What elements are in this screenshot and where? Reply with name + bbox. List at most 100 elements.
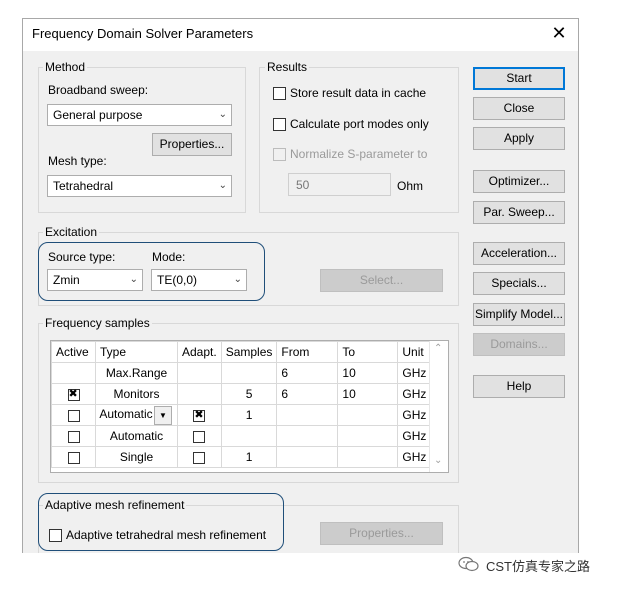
store-cache-label: Store result data in cache <box>290 86 427 100</box>
type-dropdown-icon[interactable]: ▼ <box>154 405 172 425</box>
start-button[interactable]: Start <box>473 67 565 90</box>
mesh-type-select[interactable]: Tetrahedral ⌄ <box>47 175 232 197</box>
samples-cell[interactable] <box>220 425 278 447</box>
column-header[interactable]: Samples <box>220 341 278 363</box>
table-row[interactable]: Monitors 5 6 10 GHz <box>51 383 432 405</box>
adapt-cell <box>177 446 222 468</box>
active-cell <box>51 425 96 447</box>
broadband-sweep-value: General purpose <box>53 108 143 122</box>
adapt-cell <box>177 383 222 405</box>
from-cell[interactable]: 6 <box>276 362 339 384</box>
column-header[interactable]: Active <box>51 341 96 363</box>
scroll-down-icon[interactable]: ⌄ <box>434 455 442 466</box>
chevron-down-icon: ⌄ <box>218 180 227 191</box>
frequency-samples-legend: Frequency samples <box>43 316 152 330</box>
active-checkbox[interactable] <box>67 430 80 443</box>
type-cell: Single <box>95 446 178 468</box>
from-cell[interactable] <box>276 404 339 426</box>
column-header[interactable]: To <box>337 341 399 363</box>
type-cell: Monitors <box>95 383 178 405</box>
window-title: Frequency Domain Solver Parameters <box>32 26 254 41</box>
column-header[interactable]: Unit <box>397 341 432 363</box>
to-cell[interactable]: 10 <box>337 383 399 405</box>
simplify-model-button[interactable]: Simplify Model... <box>473 303 565 326</box>
adapt-checkbox[interactable] <box>193 430 206 443</box>
table-row[interactable]: Automatic GHz <box>51 425 432 447</box>
mode-select[interactable]: TE(0,0) ⌄ <box>151 269 247 291</box>
frequency-table-container: Active Type Adapt. Samples From To Unit … <box>50 340 449 473</box>
adaptive-legend: Adaptive mesh refinement <box>43 498 187 512</box>
table-header-row: Active Type Adapt. Samples From To Unit <box>51 341 432 363</box>
samples-cell[interactable] <box>220 362 278 384</box>
method-properties-button[interactable]: Properties... <box>152 133 232 156</box>
domains-button[interactable]: Domains... <box>473 333 565 356</box>
mode-value: TE(0,0) <box>157 273 198 287</box>
table-row[interactable]: Max.Range 6 10 GHz <box>51 362 432 384</box>
unit-cell: GHz <box>397 425 432 447</box>
acceleration-button[interactable]: Acceleration... <box>473 242 565 265</box>
excitation-legend: Excitation <box>43 225 100 239</box>
method-legend: Method <box>43 60 88 74</box>
column-header[interactable]: From <box>276 341 339 363</box>
unit-cell: GHz <box>397 362 432 384</box>
active-cell <box>51 404 96 426</box>
active-checkbox[interactable] <box>67 387 80 401</box>
excitation-select-button[interactable]: Select... <box>320 269 443 292</box>
normalize-checkbox[interactable] <box>273 148 286 161</box>
unit-cell: GHz <box>397 383 432 405</box>
from-cell[interactable] <box>276 446 339 468</box>
active-cell <box>51 362 96 384</box>
adaptive-tetra-label: Adaptive tetrahedral mesh refinement <box>66 528 267 542</box>
adaptive-tetra-checkbox[interactable] <box>49 529 62 542</box>
chevron-down-icon: ⌄ <box>129 274 138 285</box>
port-modes-checkbox[interactable] <box>273 118 286 131</box>
normalize-label: Normalize S-parameter to <box>290 147 428 161</box>
store-cache-checkbox[interactable] <box>273 87 286 100</box>
samples-cell[interactable]: 5 <box>220 383 278 405</box>
to-cell[interactable] <box>337 446 399 468</box>
to-cell[interactable]: 10 <box>337 362 399 384</box>
type-value: Automatic <box>99 407 153 422</box>
column-header[interactable]: Adapt. <box>177 341 222 363</box>
to-cell[interactable] <box>337 404 399 426</box>
table-row[interactable]: Automatic▼ 1 GHz <box>51 404 432 426</box>
chevron-down-icon: ⌄ <box>233 274 242 285</box>
scroll-up-icon[interactable]: ⌃ <box>434 343 442 354</box>
mesh-type-label: Mesh type: <box>48 154 107 168</box>
results-legend: Results <box>265 60 310 74</box>
column-header[interactable]: Type <box>95 341 178 363</box>
active-checkbox[interactable] <box>67 451 80 464</box>
mesh-type-value: Tetrahedral <box>53 179 114 193</box>
adaptive-properties-button[interactable]: Properties... <box>320 522 443 545</box>
apply-button[interactable]: Apply <box>473 127 565 150</box>
chevron-down-icon: ⌄ <box>218 109 227 120</box>
active-cell <box>51 446 96 468</box>
from-cell[interactable] <box>276 425 339 447</box>
help-button[interactable]: Help <box>473 375 565 398</box>
table-scrollbar[interactable]: ⌃ ⌄ <box>429 341 448 472</box>
from-cell[interactable]: 6 <box>276 383 339 405</box>
source-type-select[interactable]: Zmin ⌄ <box>47 269 143 291</box>
close-button[interactable]: Close <box>473 97 565 120</box>
specials-button[interactable]: Specials... <box>473 272 565 295</box>
unit-cell: GHz <box>397 404 432 426</box>
adapt-checkbox[interactable] <box>193 451 206 464</box>
adapt-cell <box>177 425 222 447</box>
samples-cell[interactable]: 1 <box>220 446 278 468</box>
samples-cell[interactable]: 1 <box>220 404 278 426</box>
normalize-ohm-input[interactable]: 50 <box>288 173 391 196</box>
broadband-sweep-select[interactable]: General purpose ⌄ <box>47 104 232 126</box>
close-icon[interactable]: ✕ <box>548 21 570 45</box>
active-checkbox[interactable] <box>67 409 80 422</box>
table-row[interactable]: Single 1 GHz <box>51 446 432 468</box>
adapt-cell <box>177 362 222 384</box>
wechat-logo-icon <box>458 556 480 572</box>
port-modes-label: Calculate port modes only <box>290 117 429 131</box>
frequency-table: Active Type Adapt. Samples From To Unit … <box>51 341 432 468</box>
par-sweep-button[interactable]: Par. Sweep... <box>473 201 565 224</box>
active-cell <box>51 383 96 405</box>
source-type-value: Zmin <box>53 273 80 287</box>
optimizer-button[interactable]: Optimizer... <box>473 170 565 193</box>
adapt-checkbox[interactable] <box>193 408 206 422</box>
to-cell[interactable] <box>337 425 399 447</box>
